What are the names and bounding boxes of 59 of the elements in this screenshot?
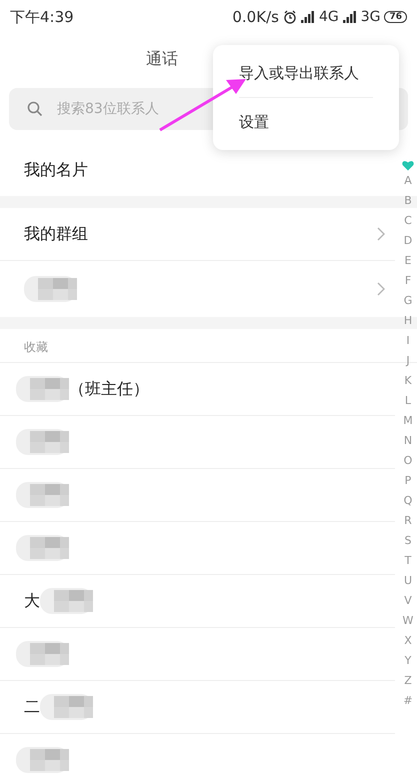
- index-letter[interactable]: P: [404, 471, 412, 491]
- index-letter[interactable]: V: [404, 591, 412, 611]
- index-letter[interactable]: A: [404, 171, 412, 191]
- chevron-right-icon: [377, 227, 385, 241]
- index-letter[interactable]: Z: [404, 671, 412, 691]
- chevron-right-icon: [377, 282, 385, 296]
- index-letter[interactable]: O: [404, 451, 412, 471]
- network-type: 4G: [318, 9, 339, 25]
- index-letter[interactable]: K: [404, 371, 412, 391]
- signal-icon: [300, 11, 315, 23]
- heart-icon[interactable]: [402, 160, 414, 171]
- contact-row[interactable]: 大: [0, 575, 395, 628]
- page-title: 通话: [146, 48, 178, 70]
- index-letter[interactable]: C: [404, 211, 412, 231]
- contact-name: 二: [24, 696, 40, 718]
- index-letter[interactable]: E: [404, 251, 412, 271]
- index-letter[interactable]: J: [406, 351, 410, 371]
- index-letter[interactable]: G: [404, 291, 412, 311]
- index-letter[interactable]: #: [403, 691, 413, 711]
- index-letter[interactable]: Q: [404, 491, 412, 511]
- contact-row[interactable]: （班主任）: [0, 363, 395, 416]
- index-letter[interactable]: U: [404, 571, 412, 591]
- group-label: 我的群组: [24, 224, 88, 244]
- index-letter[interactable]: N: [404, 431, 412, 451]
- index-letter[interactable]: R: [404, 511, 412, 531]
- contact-name: 大: [24, 590, 40, 612]
- alarm-clock-icon: [282, 10, 297, 24]
- search-icon: [27, 101, 43, 117]
- contact-row[interactable]: 二: [0, 681, 395, 734]
- contact-name: （班主任）: [69, 378, 149, 400]
- index-letter[interactable]: B: [404, 191, 412, 211]
- section-heading: 收藏: [24, 339, 48, 356]
- index-letter[interactable]: W: [402, 611, 414, 631]
- index-letter[interactable]: X: [404, 631, 412, 651]
- index-letter[interactable]: Y: [404, 651, 412, 671]
- mosaic-redaction: [16, 533, 69, 563]
- index-letter[interactable]: M: [403, 411, 413, 431]
- index-letter[interactable]: I: [406, 331, 410, 351]
- status-time: 下午4:39: [10, 8, 74, 26]
- network-type: 3G: [360, 9, 380, 25]
- mosaic-redaction: [16, 427, 69, 457]
- mosaic-redaction: [40, 692, 93, 722]
- index-letter[interactable]: H: [404, 311, 412, 331]
- mosaic-redaction: [16, 374, 69, 404]
- group-row[interactable]: 我的群组: [0, 208, 395, 261]
- index-letter[interactable]: D: [404, 231, 412, 251]
- index-letter[interactable]: L: [404, 391, 412, 411]
- mosaic-redaction: [16, 745, 69, 775]
- mosaic-redaction: [40, 586, 93, 616]
- mosaic-redaction: [16, 480, 69, 510]
- signal-icon: [342, 11, 357, 23]
- battery-level: 76: [384, 11, 407, 23]
- index-letter[interactable]: F: [404, 271, 412, 291]
- network-speed: 0.0K/s: [232, 8, 279, 26]
- index-letter[interactable]: S: [404, 531, 412, 551]
- my-card-label[interactable]: 我的名片: [24, 160, 88, 180]
- index-letter[interactable]: T: [404, 551, 412, 571]
- mosaic-redaction: [24, 274, 77, 304]
- mosaic-redaction: [16, 639, 69, 669]
